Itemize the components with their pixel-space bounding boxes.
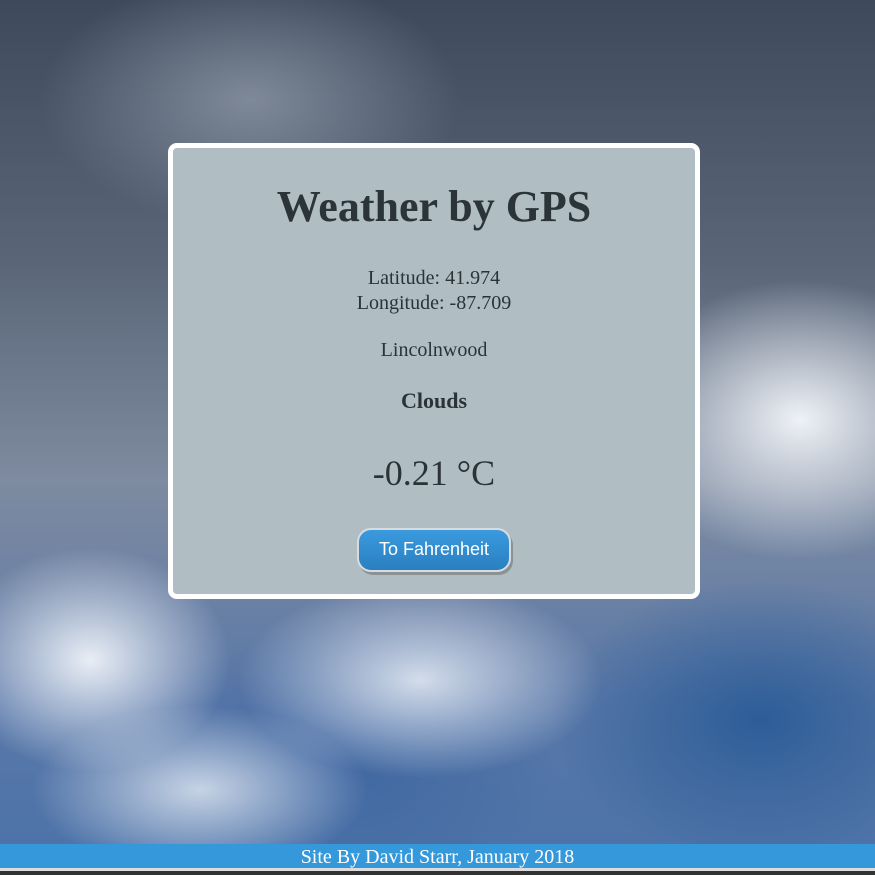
latitude: Latitude: 41.974	[367, 267, 501, 289]
page-title: Weather by GPS	[276, 182, 592, 231]
coordinates: Latitude: 41.974 Longitude: -87.709	[173, 266, 695, 316]
to-fahrenheit-button[interactable]: To Fahrenheit	[356, 528, 512, 572]
longitude: Longitude: -87.709	[356, 292, 512, 314]
weather-card: Weather by GPS Latitude: 41.974 Longitud…	[168, 143, 700, 599]
footer-divider	[0, 868, 875, 875]
weather-condition: Clouds	[400, 388, 468, 413]
city-name: Lincolnwood	[380, 339, 488, 361]
temperature: -0.21 °C	[372, 453, 496, 493]
footer: Site By David Starr, January 2018	[0, 844, 875, 868]
